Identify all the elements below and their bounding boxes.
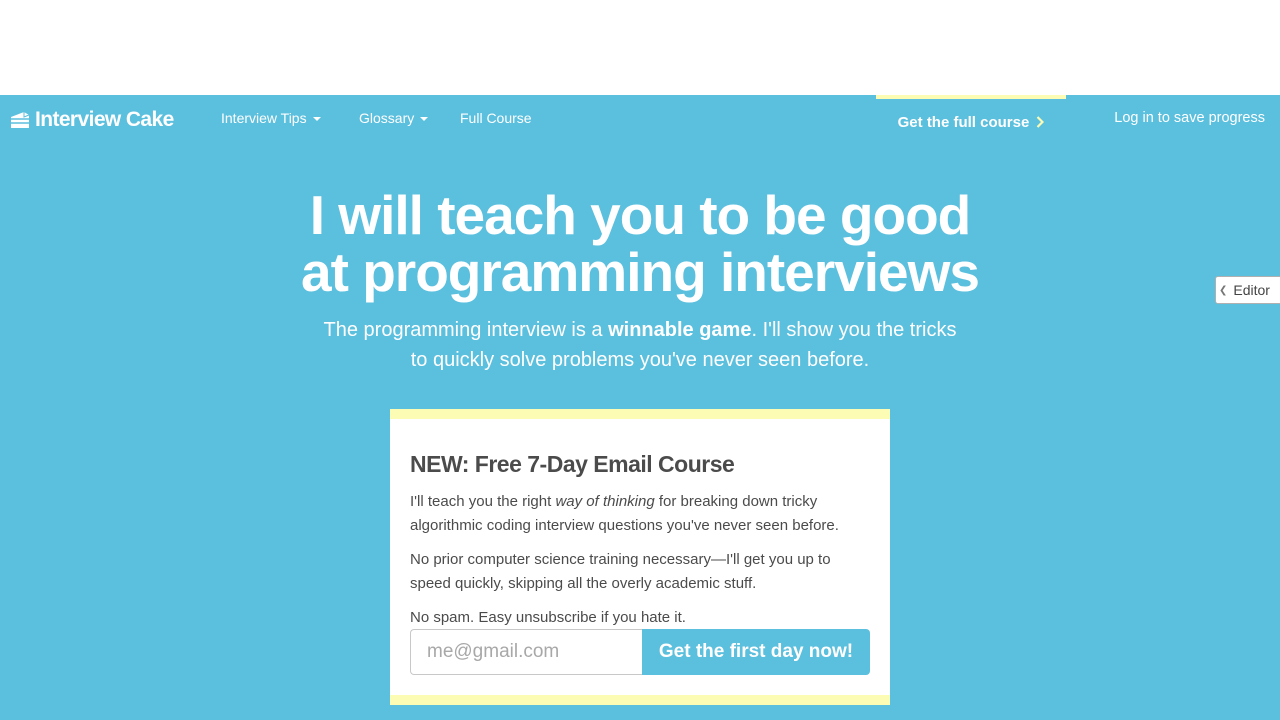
- nav-full-course[interactable]: Full Course: [460, 110, 532, 126]
- hero-subtitle: The programming interview is a winnable …: [0, 315, 1280, 375]
- card-paragraph-3: No spam. Easy unsubscribe if you hate it…: [410, 609, 686, 626]
- card-title: NEW: Free 7-Day Email Course: [410, 451, 735, 477]
- subtitle-text-end: . I'll show you the tricks: [751, 319, 957, 341]
- subtitle-text: The programming interview is a: [323, 319, 609, 341]
- subtitle-line-1: The programming interview is a winnable …: [0, 315, 1280, 345]
- editor-toggle[interactable]: ❮ Editor: [1215, 276, 1280, 304]
- nav-full-course-label: Full Course: [460, 110, 532, 126]
- card-paragraph-1: I'll teach you the right way of thinking…: [410, 490, 870, 538]
- get-full-course-button[interactable]: Get the full course: [876, 95, 1066, 145]
- chevron-left-icon: ❮: [1219, 284, 1228, 296]
- subtitle-bold: winnable game: [608, 319, 752, 341]
- p1-text: I'll teach you the right: [410, 493, 556, 510]
- cake-logo-icon: [11, 112, 30, 128]
- nav-glossary[interactable]: Glossary: [359, 110, 429, 126]
- p1-italic: way of thinking: [555, 493, 655, 510]
- editor-label: Editor: [1233, 282, 1270, 298]
- navbar: Interview Cake Interview Tips Glossary F…: [0, 95, 1280, 145]
- chevron-right-icon: [1037, 116, 1045, 128]
- nav-interview-tips-label: Interview Tips: [221, 110, 307, 126]
- subtitle-line-2: to quickly solve problems you've never s…: [410, 349, 870, 371]
- top-blank-area: [0, 0, 1280, 95]
- caret-down-icon: [312, 117, 321, 121]
- page-headline: I will teach you to be good at programmi…: [0, 187, 1280, 301]
- headline-line-2: at programming interviews: [301, 241, 980, 303]
- caret-down-icon: [420, 117, 429, 121]
- signup-form: Get the first day now!: [410, 629, 870, 675]
- logo[interactable]: Interview Cake: [10, 107, 174, 133]
- login-link[interactable]: Log in to save progress: [1114, 110, 1265, 126]
- headline-line-1: I will teach you to be good: [309, 184, 972, 246]
- get-full-course-label: Get the full course: [897, 113, 1030, 131]
- email-course-card: NEW: Free 7-Day Email Course I'll teach …: [390, 409, 890, 705]
- card-paragraph-2: No prior computer science training neces…: [410, 551, 831, 592]
- email-input[interactable]: [410, 629, 642, 675]
- main-section: Interview Cake Interview Tips Glossary F…: [0, 95, 1280, 720]
- nav-glossary-label: Glossary: [359, 110, 415, 126]
- nav-interview-tips[interactable]: Interview Tips: [221, 110, 321, 126]
- get-first-day-button[interactable]: Get the first day now!: [642, 629, 870, 675]
- logo-text: Interview Cake: [35, 108, 174, 131]
